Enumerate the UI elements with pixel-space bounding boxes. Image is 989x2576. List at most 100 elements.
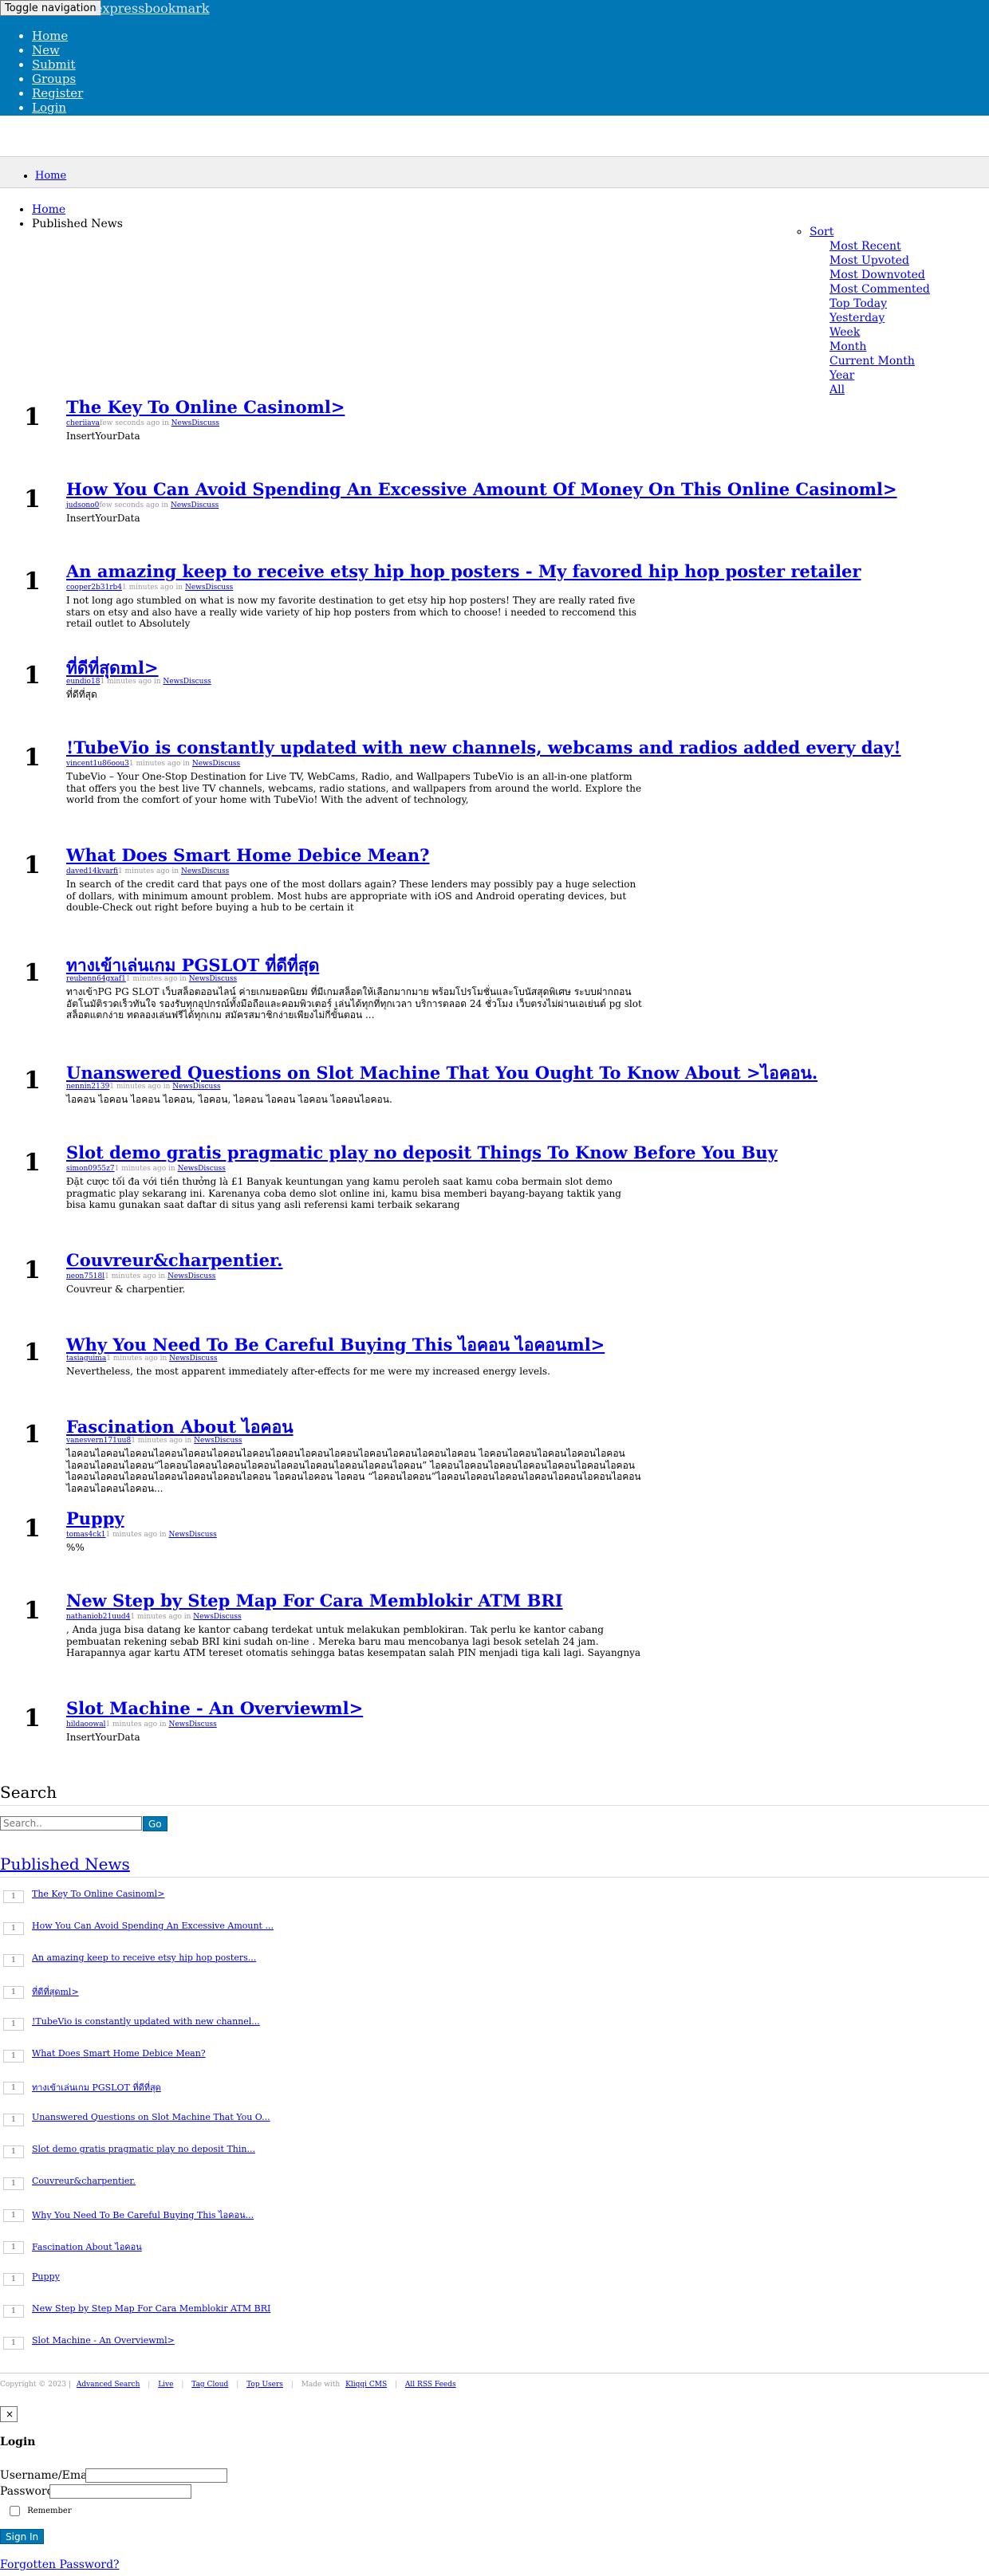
search-go-button[interactable]: Go <box>143 1816 167 1831</box>
story-title-link[interactable]: An amazing keep to receive etsy hip hop … <box>66 561 861 581</box>
story-author-link[interactable]: nathaniob21uud4 <box>66 1613 130 1621</box>
vote-count[interactable]: 1 <box>24 1597 41 1625</box>
story-category-link[interactable]: NewsDiscuss <box>192 760 240 768</box>
story-title-link[interactable]: The Key To Online Casinoml> <box>66 397 345 417</box>
vote-count[interactable]: 1 <box>24 851 41 879</box>
forgotten-password-link[interactable]: Forgotten Password? <box>0 2558 120 2571</box>
story-category-link[interactable]: NewsDiscuss <box>181 867 229 875</box>
story-author-link[interactable]: vincent1u86oou3 <box>66 760 129 768</box>
nav-register-link[interactable]: Register <box>32 86 83 100</box>
story-title-link[interactable]: New Step by Step Map For Cara Memblokir … <box>66 1591 563 1610</box>
sort-option-link[interactable]: Month <box>829 340 866 353</box>
brand-link[interactable]: expressbookmark <box>95 1 210 16</box>
published-news-link[interactable]: Why You Need To Be Careful Buying This ไ… <box>32 2208 254 2222</box>
close-icon[interactable]: × <box>0 2406 18 2422</box>
story-category-link[interactable]: NewsDiscuss <box>171 419 219 427</box>
vote-count[interactable]: 1 <box>24 1149 41 1177</box>
published-news-link[interactable]: Slot Machine - An Overviewml> <box>32 2335 175 2346</box>
search-input[interactable] <box>0 1816 142 1831</box>
sort-toggle-link[interactable]: Sort <box>810 226 833 238</box>
sort-option-link[interactable]: Yesterday <box>829 312 885 324</box>
nav-login-link[interactable]: Login <box>32 100 66 115</box>
vote-count[interactable]: 1 <box>24 486 41 513</box>
published-news-link[interactable]: What Does Smart Home Debice Mean? <box>32 2048 206 2059</box>
sort-option-link[interactable]: Week <box>829 326 860 339</box>
published-news-link[interactable]: Couvreur&charpentier. <box>32 2176 136 2186</box>
story-title-link[interactable]: What Does Smart Home Debice Mean? <box>66 845 429 865</box>
published-news-link[interactable]: Fascination About ไอคอน <box>32 2240 142 2254</box>
vote-count[interactable]: 1 <box>24 959 41 987</box>
published-news-link[interactable]: How You Can Avoid Spending An Excessive … <box>32 1921 274 1931</box>
story-category-link[interactable]: NewsDiscuss <box>169 1355 217 1363</box>
sort-option-link[interactable]: Most Recent <box>829 240 901 253</box>
published-news-link[interactable]: New Step by Step Map For Cara Memblokir … <box>32 2303 270 2314</box>
vote-count[interactable]: 1 <box>24 1705 41 1732</box>
vote-count[interactable]: 1 <box>24 744 41 772</box>
sign-in-button[interactable]: Sign In <box>0 2529 45 2544</box>
sort-option-link[interactable]: Current Month <box>829 355 915 368</box>
story-category-link[interactable]: NewsDiscuss <box>167 1272 215 1280</box>
story-author-link[interactable]: nennin2139 <box>66 1083 109 1091</box>
story-author-link[interactable]: simon0955z7 <box>66 1165 115 1173</box>
vote-count[interactable]: 1 <box>24 1515 41 1543</box>
remember-checkbox[interactable] <box>10 2506 20 2516</box>
breadcrumb-home-link[interactable]: Home <box>32 203 65 216</box>
story-author-link[interactable]: cheriiava <box>66 419 100 427</box>
published-news-title-link[interactable]: Published News <box>0 1854 130 1874</box>
story-author-link[interactable]: vanesvern171uu8 <box>66 1437 131 1445</box>
sort-option-link[interactable]: Most Downvoted <box>829 269 925 281</box>
footer-advanced-search-link[interactable]: Advanced Search <box>77 2381 140 2389</box>
vote-count[interactable]: 1 <box>24 662 41 690</box>
story-category-link[interactable]: NewsDiscuss <box>168 1721 216 1728</box>
footer-tag-cloud-link[interactable]: Tag Cloud <box>191 2381 228 2389</box>
sort-option-link[interactable]: Year <box>829 369 854 382</box>
nav-submit-link[interactable]: Submit <box>32 57 76 72</box>
story-category-link[interactable]: NewsDiscuss <box>178 1165 226 1173</box>
story-author-link[interactable]: hildaoowal <box>66 1721 105 1728</box>
story-author-link[interactable]: daved14kvarfi <box>66 867 118 875</box>
published-news-link[interactable]: ที่ดีที่สุดml> <box>32 1984 79 1999</box>
sort-option-link[interactable]: All <box>829 383 845 396</box>
story-author-link[interactable]: tomas4ck1 <box>66 1531 106 1539</box>
story-author-link[interactable]: neon7518l <box>66 1272 104 1280</box>
vote-count[interactable]: 1 <box>24 1067 41 1095</box>
vote-count[interactable]: 1 <box>24 1421 41 1449</box>
story-category-link[interactable]: NewsDiscuss <box>163 678 211 686</box>
story-category-link[interactable]: NewsDiscuss <box>185 584 233 592</box>
published-news-link[interactable]: The Key To Online Casinoml> <box>32 1889 164 1899</box>
story-author-link[interactable]: judsono0 <box>66 501 99 509</box>
published-news-link[interactable]: ทางเข้าเล่นเกม PGSLOT ที่ดีที่สุด <box>32 2080 161 2094</box>
vote-count[interactable]: 1 <box>24 568 41 596</box>
nav-groups-link[interactable]: Groups <box>32 72 76 86</box>
toggle-navigation-button[interactable]: Toggle navigation <box>0 0 101 16</box>
story-title-link[interactable]: !TubeVio is constantly updated with new … <box>66 737 901 757</box>
story-title-link[interactable]: Slot demo gratis pragmatic play no depos… <box>66 1142 778 1162</box>
story-category-link[interactable]: NewsDiscuss <box>194 1437 242 1445</box>
published-news-link[interactable]: Unanswered Questions on Slot Machine Tha… <box>32 2112 270 2122</box>
story-category-link[interactable]: NewsDiscuss <box>193 1613 241 1621</box>
footer-live-link[interactable]: Live <box>158 2381 173 2389</box>
footer-top-users-link[interactable]: Top Users <box>246 2381 283 2389</box>
password-field[interactable] <box>49 2484 191 2499</box>
story-author-link[interactable]: reubenn64gxaf1 <box>66 975 126 983</box>
vote-count[interactable]: 1 <box>24 403 41 431</box>
username-field[interactable] <box>85 2468 227 2483</box>
sort-option-link[interactable]: Top Today <box>829 297 887 310</box>
footer-rss-link[interactable]: All RSS Feeds <box>405 2381 456 2389</box>
published-news-link[interactable]: !TubeVio is constantly updated with new … <box>32 2016 260 2027</box>
nav-home-link[interactable]: Home <box>32 29 68 43</box>
breadcrumb-bar-home-link[interactable]: Home <box>35 170 66 182</box>
published-news-link[interactable]: An amazing keep to receive etsy hip hop … <box>32 1953 256 1963</box>
nav-new-link[interactable]: New <box>32 43 60 57</box>
published-news-link[interactable]: Puppy <box>32 2271 60 2282</box>
story-category-link[interactable]: NewsDiscuss <box>172 1083 220 1091</box>
sort-option-link[interactable]: Most Upvoted <box>829 254 909 267</box>
story-title-link[interactable]: Couvreur&charpentier. <box>66 1250 282 1270</box>
story-title-link[interactable]: Puppy <box>66 1508 124 1528</box>
story-author-link[interactable]: eundio18 <box>66 678 100 686</box>
sort-option-link[interactable]: Most Commented <box>829 283 930 296</box>
story-author-link[interactable]: tasiaguima <box>66 1355 106 1363</box>
story-author-link[interactable]: cooper2b31rb4 <box>66 584 122 592</box>
story-title-link[interactable]: Slot Machine - An Overviewml> <box>66 1698 363 1718</box>
story-category-link[interactable]: NewsDiscuss <box>168 1531 216 1539</box>
